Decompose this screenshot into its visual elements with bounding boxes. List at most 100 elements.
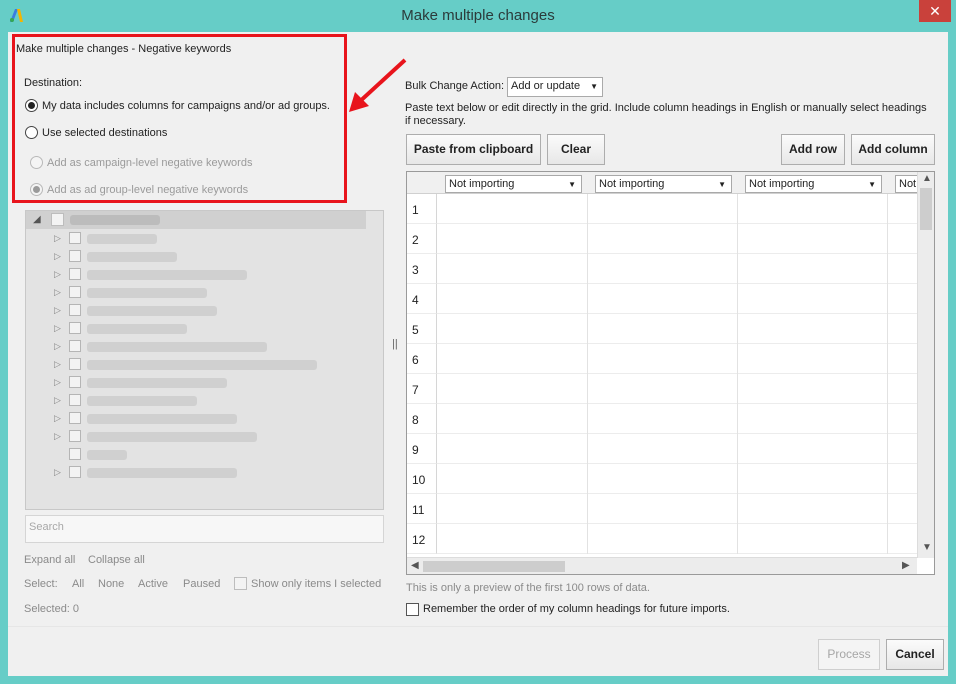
tree-root-row[interactable]: ◢ — [26, 211, 366, 229]
selected-count: Selected: 0 — [24, 603, 80, 615]
bulk-action-select[interactable]: Add or update ▼ — [507, 77, 603, 97]
grid-row[interactable] — [437, 254, 917, 284]
paste-from-clipboard-button[interactable]: Paste from clipboard — [406, 134, 541, 165]
grid-column-divider — [737, 194, 738, 554]
clear-button[interactable]: Clear — [547, 134, 605, 165]
expand-all-link[interactable]: Expand all — [24, 554, 75, 566]
column-heading-select-2[interactable]: Not importing ▼ — [595, 175, 732, 193]
expand-arrow-icon[interactable]: ▷ — [54, 269, 61, 280]
campaign-tree[interactable]: ◢ ▷ ▷ ▷ ▷ ▷ ▷ ▷ ▷ ▷ ▷ ▷ ▷ ▷ — [25, 210, 384, 510]
select-all-link[interactable]: All — [72, 578, 84, 590]
expand-arrow-icon[interactable]: ▷ — [54, 467, 61, 478]
tree-row[interactable]: ▷ — [26, 428, 366, 446]
scroll-down-icon[interactable]: ▼ — [922, 542, 932, 553]
process-button[interactable]: Process — [818, 639, 880, 670]
expand-arrow-icon[interactable]: ▷ — [54, 359, 61, 370]
tree-row[interactable]: ▷ — [26, 464, 366, 482]
grid-row[interactable] — [437, 344, 917, 374]
tree-checkbox[interactable] — [69, 322, 81, 334]
scroll-thumb[interactable] — [423, 561, 565, 572]
column-heading-value: Not importing — [599, 178, 665, 190]
tree-label — [87, 378, 227, 388]
scroll-left-icon[interactable]: ◀ — [411, 560, 419, 571]
scroll-thumb[interactable] — [920, 188, 932, 230]
row-number: 7 — [407, 374, 437, 404]
grid-row[interactable] — [437, 224, 917, 254]
data-grid[interactable]: Not importing ▼ Not importing ▼ Not import… — [406, 171, 935, 575]
tree-row[interactable]: ▷ — [26, 230, 366, 248]
tree-checkbox[interactable] — [69, 466, 81, 478]
expand-arrow-icon[interactable]: ▷ — [54, 431, 61, 442]
tree-checkbox[interactable] — [51, 213, 64, 226]
tree-checkbox[interactable] — [69, 340, 81, 352]
tree-label — [87, 396, 197, 406]
chevron-down-icon: ▼ — [590, 82, 598, 91]
footer-divider — [8, 626, 948, 627]
row-number: 3 — [407, 254, 437, 284]
search-input[interactable]: Search — [25, 515, 384, 543]
grid-row[interactable] — [437, 404, 917, 434]
add-row-button[interactable]: Add row — [781, 134, 845, 165]
grid-row[interactable] — [437, 284, 917, 314]
select-none-link[interactable]: None — [98, 578, 124, 590]
scroll-right-icon[interactable]: ▶ — [902, 560, 910, 571]
tree-checkbox[interactable] — [69, 448, 81, 460]
grid-row[interactable] — [437, 494, 917, 524]
expand-arrow-icon[interactable]: ▷ — [54, 413, 61, 424]
expand-arrow-icon[interactable]: ▷ — [54, 341, 61, 352]
collapse-all-link[interactable]: Collapse all — [88, 554, 145, 566]
expand-arrow-icon[interactable]: ▷ — [54, 233, 61, 244]
column-heading-select-4[interactable]: Not — [895, 175, 919, 193]
expand-arrow-icon[interactable]: ▷ — [54, 251, 61, 262]
horizontal-scrollbar[interactable]: ◀ ▶ — [407, 557, 917, 574]
grid-column-divider — [887, 194, 888, 554]
tree-row[interactable]: ▷ — [26, 320, 366, 338]
show-only-selected-checkbox[interactable] — [234, 577, 247, 590]
tree-label — [87, 450, 127, 460]
tree-row[interactable]: ▷ — [26, 302, 366, 320]
column-heading-select-1[interactable]: Not importing ▼ — [445, 175, 582, 193]
expand-arrow-icon[interactable]: ▷ — [54, 287, 61, 298]
expand-arrow-icon[interactable]: ▷ — [54, 305, 61, 316]
grid-row[interactable] — [437, 374, 917, 404]
tree-row[interactable] — [26, 446, 366, 464]
tree-row[interactable]: ▷ — [26, 248, 366, 266]
tree-checkbox[interactable] — [69, 232, 81, 244]
close-button[interactable]: ✕ — [919, 0, 951, 22]
select-active-link[interactable]: Active — [138, 578, 168, 590]
tree-row[interactable]: ▷ — [26, 356, 366, 374]
bulk-action-value: Add or update — [511, 80, 581, 92]
tree-checkbox[interactable] — [69, 430, 81, 442]
cancel-button[interactable]: Cancel — [886, 639, 944, 670]
tree-checkbox[interactable] — [69, 286, 81, 298]
expand-arrow-icon[interactable]: ▷ — [54, 323, 61, 334]
tree-checkbox[interactable] — [69, 268, 81, 280]
collapse-arrow-icon[interactable]: ◢ — [33, 214, 41, 225]
grid-row[interactable] — [437, 194, 917, 224]
tree-checkbox[interactable] — [69, 250, 81, 262]
add-column-button[interactable]: Add column — [851, 134, 935, 165]
grid-row[interactable] — [437, 524, 917, 554]
expand-arrow-icon[interactable]: ▷ — [54, 377, 61, 388]
grid-row[interactable] — [437, 314, 917, 344]
remember-order-checkbox[interactable] — [406, 603, 419, 616]
tree-row[interactable]: ▷ — [26, 374, 366, 392]
vertical-scrollbar[interactable]: ▲ ▼ — [917, 172, 934, 558]
splitter-handle[interactable]: || — [392, 338, 398, 350]
tree-checkbox[interactable] — [69, 376, 81, 388]
tree-checkbox[interactable] — [69, 358, 81, 370]
tree-checkbox[interactable] — [69, 394, 81, 406]
select-paused-link[interactable]: Paused — [183, 578, 220, 590]
expand-arrow-icon[interactable]: ▷ — [54, 395, 61, 406]
tree-row[interactable]: ▷ — [26, 338, 366, 356]
tree-row[interactable]: ▷ — [26, 410, 366, 428]
tree-row[interactable]: ▷ — [26, 266, 366, 284]
column-heading-select-3[interactable]: Not importing ▼ — [745, 175, 882, 193]
tree-row[interactable]: ▷ — [26, 284, 366, 302]
scroll-up-icon[interactable]: ▲ — [922, 173, 932, 184]
grid-row[interactable] — [437, 464, 917, 494]
tree-checkbox[interactable] — [69, 304, 81, 316]
tree-row[interactable]: ▷ — [26, 392, 366, 410]
grid-row[interactable] — [437, 434, 917, 464]
tree-checkbox[interactable] — [69, 412, 81, 424]
